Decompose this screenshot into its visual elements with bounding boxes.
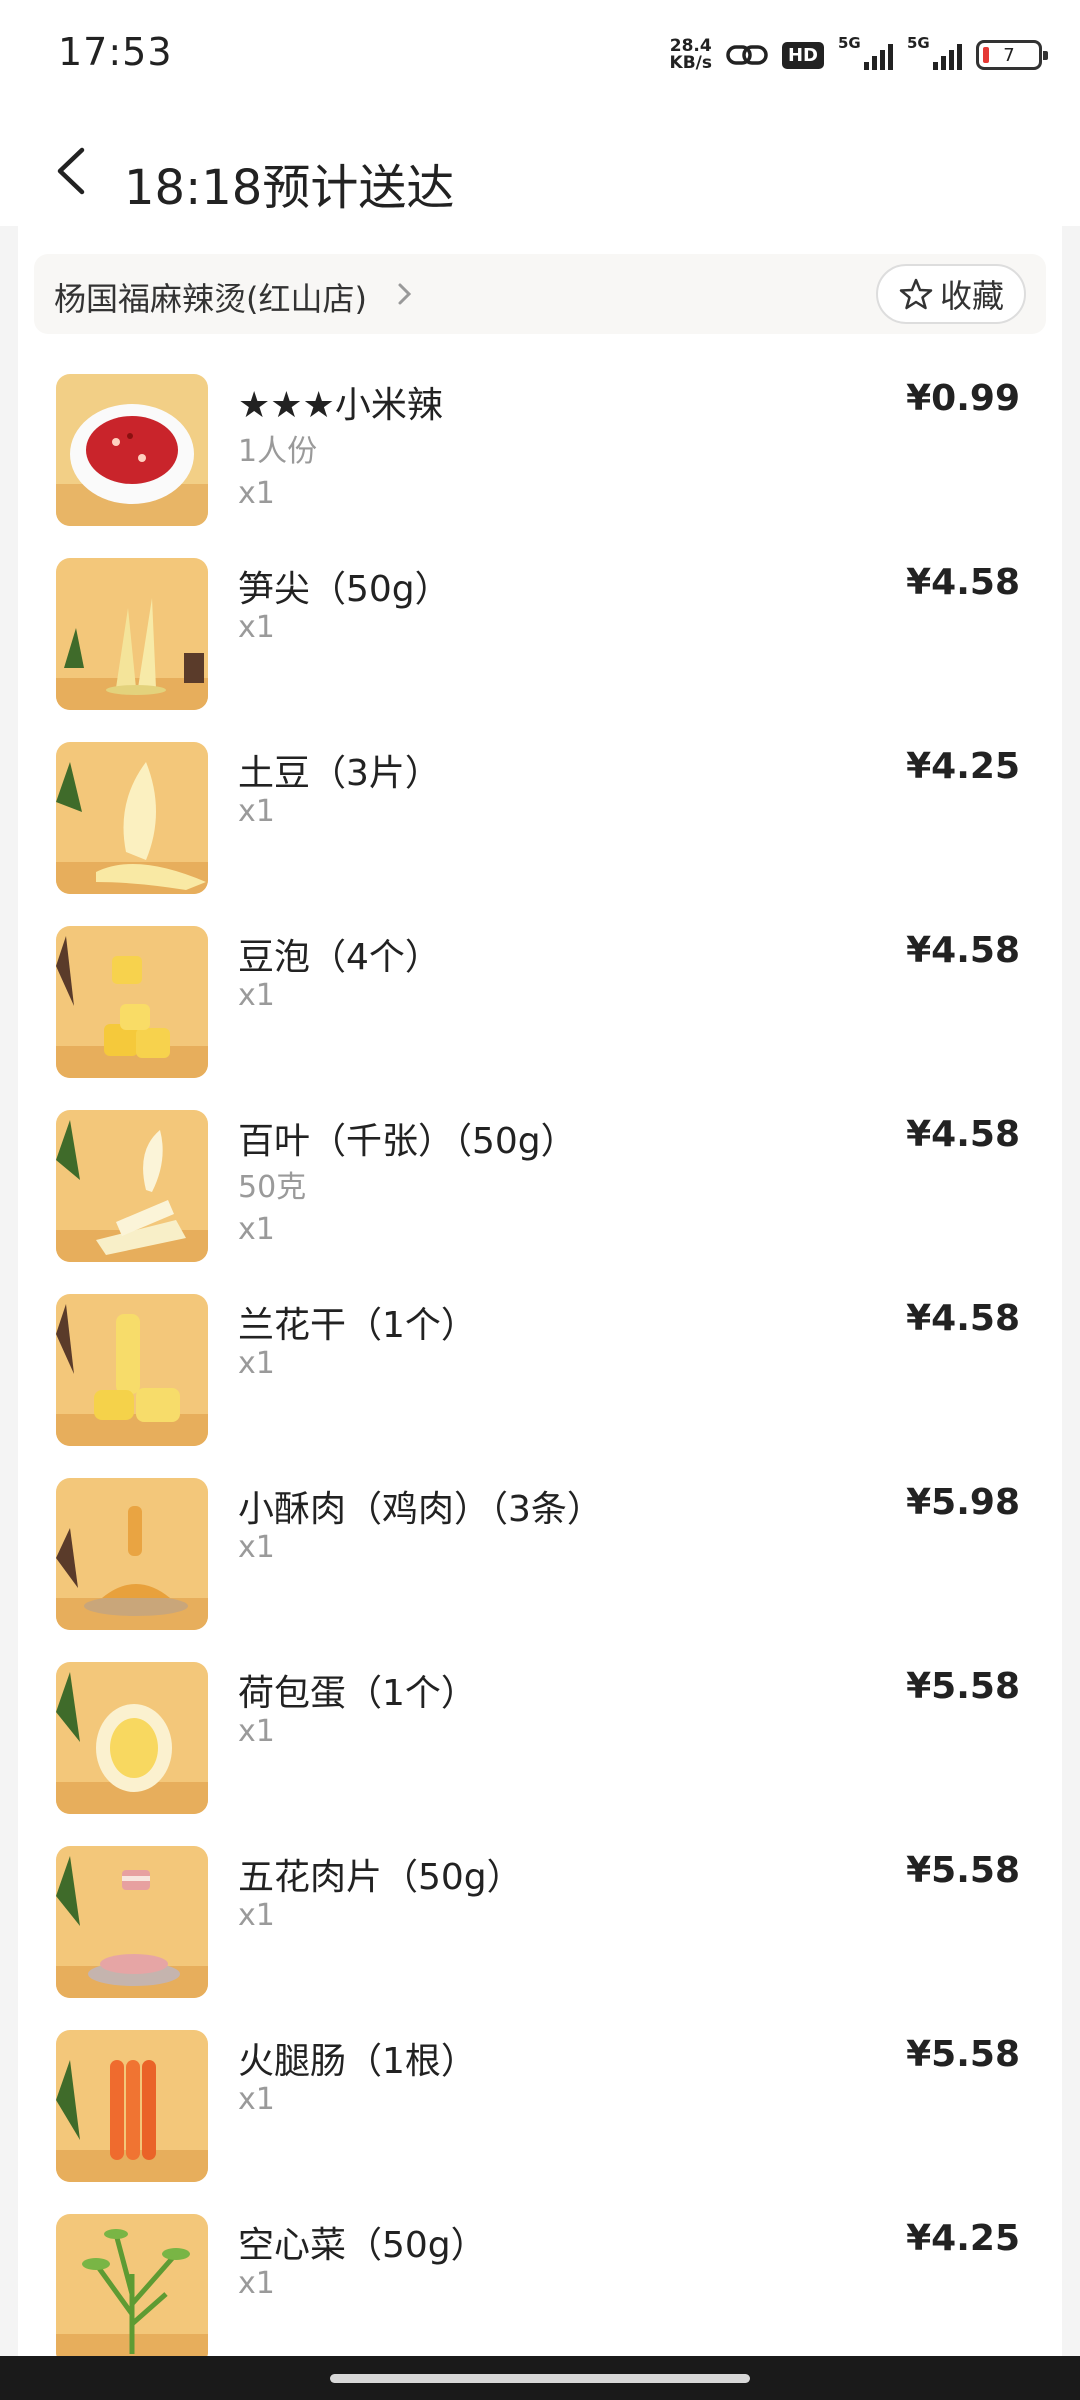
dried-tofu-image bbox=[56, 1294, 208, 1446]
item-price: ¥5.58 bbox=[906, 2034, 1020, 2075]
store-bar[interactable]: 杨国福麻辣烫(红山店) 收藏 bbox=[34, 254, 1046, 334]
list-item[interactable]: 五花肉片（50g） x1 ¥5.58 bbox=[18, 1836, 1062, 2020]
list-item[interactable]: 百叶（千张）（50g） 50克 x1 ¥4.58 bbox=[18, 1100, 1062, 1284]
chevron-right-icon bbox=[398, 283, 412, 305]
item-name: 空心菜（50g） bbox=[238, 2225, 487, 2266]
item-quantity: x1 bbox=[238, 1714, 275, 1749]
battery-level: 7 bbox=[1003, 44, 1015, 66]
fried-egg-image bbox=[56, 1662, 208, 1814]
hd-voice-icon: HD bbox=[781, 41, 824, 69]
status-icons: 28.4 KB/s HD 5G 5G 7 bbox=[670, 30, 1048, 80]
status-time: 17:53 bbox=[58, 30, 173, 74]
home-indicator[interactable] bbox=[330, 2374, 750, 2383]
list-item[interactable]: 小酥肉（鸡肉）（3条） x1 ¥5.98 bbox=[18, 1468, 1062, 1652]
item-name: 百叶（千张）（50g） bbox=[238, 1121, 577, 1162]
page-header: 18:18预计送达 bbox=[0, 108, 1080, 226]
back-arrow-icon bbox=[57, 147, 85, 195]
item-price: ¥5.58 bbox=[906, 1666, 1020, 1707]
item-price: ¥4.58 bbox=[906, 1114, 1020, 1155]
item-spec: 50克 bbox=[238, 1170, 307, 1205]
link-icon bbox=[726, 40, 768, 70]
signal-icon-1: 5G bbox=[838, 34, 893, 70]
order-items-card: 杨国福麻辣烫(红山店) 收藏 ★★★小米辣 1人份 x1 ¥0.99 笋尖（50… bbox=[18, 226, 1062, 2356]
item-price: ¥4.58 bbox=[906, 930, 1020, 971]
list-item[interactable]: 豆泡（4个） x1 ¥4.58 bbox=[18, 916, 1062, 1100]
status-bar: 17:53 28.4 KB/s HD 5G 5G 7 bbox=[0, 0, 1080, 108]
item-price: ¥4.25 bbox=[906, 2218, 1020, 2259]
list-item[interactable]: 空心菜（50g） x1 ¥4.25 bbox=[18, 2204, 1062, 2356]
item-name: 小酥肉（鸡肉）（3条） bbox=[238, 1489, 603, 1530]
sausage-image bbox=[56, 2030, 208, 2182]
network-speed-unit: KB/s bbox=[669, 53, 712, 73]
item-name: 五花肉片（50g） bbox=[238, 1857, 523, 1898]
item-list: ★★★小米辣 1人份 x1 ¥0.99 笋尖（50g） x1 ¥4.58 土豆（… bbox=[18, 364, 1062, 2356]
list-item[interactable]: ★★★小米辣 1人份 x1 ¥0.99 bbox=[18, 364, 1062, 548]
item-name: 土豆（3片） bbox=[238, 753, 441, 794]
list-item[interactable]: 笋尖（50g） x1 ¥4.58 bbox=[18, 548, 1062, 732]
item-name: ★★★小米辣 bbox=[238, 385, 443, 426]
item-quantity: x1 bbox=[238, 2082, 275, 2117]
item-price: ¥5.58 bbox=[906, 1850, 1020, 1891]
tofu-skin-image bbox=[56, 1110, 208, 1262]
battery-icon: 7 bbox=[976, 40, 1048, 70]
network-speed: 28.4 KB/s bbox=[670, 38, 712, 72]
favorite-button[interactable]: 收藏 bbox=[876, 264, 1026, 324]
favorite-label: 收藏 bbox=[939, 277, 1004, 315]
item-quantity: x1 bbox=[238, 1212, 275, 1247]
item-name: 荷包蛋（1个） bbox=[238, 1673, 477, 1714]
chili-image bbox=[56, 374, 208, 526]
page-title: 18:18预计送达 bbox=[124, 160, 455, 216]
bamboo-shoot-image bbox=[56, 558, 208, 710]
star-icon bbox=[899, 278, 933, 310]
list-item[interactable]: 火腿肠（1根） x1 ¥5.58 bbox=[18, 2020, 1062, 2204]
item-price: ¥4.25 bbox=[906, 746, 1020, 787]
water-spinach-image bbox=[56, 2214, 208, 2356]
list-item[interactable]: 兰花干（1个） x1 ¥4.58 bbox=[18, 1284, 1062, 1468]
list-item[interactable]: 荷包蛋（1个） x1 ¥5.58 bbox=[18, 1652, 1062, 1836]
item-name: 兰花干（1个） bbox=[238, 1305, 477, 1346]
item-spec: 1人份 bbox=[238, 434, 318, 469]
item-name: 火腿肠（1根） bbox=[238, 2041, 477, 2082]
item-quantity: x1 bbox=[238, 1530, 275, 1565]
item-name: 笋尖（50g） bbox=[238, 569, 451, 610]
tofu-puff-image bbox=[56, 926, 208, 1078]
pork-belly-image bbox=[56, 1846, 208, 1998]
item-price: ¥0.99 bbox=[906, 378, 1020, 419]
back-button[interactable] bbox=[50, 146, 96, 196]
item-quantity: x1 bbox=[238, 610, 275, 645]
signal-1-label: 5G bbox=[838, 34, 861, 52]
item-quantity: x1 bbox=[238, 1898, 275, 1933]
potato-slice-image bbox=[56, 742, 208, 894]
item-quantity: x1 bbox=[238, 794, 275, 829]
item-quantity: x1 bbox=[238, 1346, 275, 1381]
item-quantity: x1 bbox=[238, 978, 275, 1013]
item-price: ¥4.58 bbox=[906, 562, 1020, 603]
list-item[interactable]: 土豆（3片） x1 ¥4.25 bbox=[18, 732, 1062, 916]
store-name[interactable]: 杨国福麻辣烫(红山店) bbox=[54, 274, 367, 320]
item-quantity: x1 bbox=[238, 476, 275, 511]
signal-2-label: 5G bbox=[907, 34, 930, 52]
item-price: ¥5.98 bbox=[906, 1482, 1020, 1523]
item-quantity: x1 bbox=[238, 2266, 275, 2301]
navigation-bar bbox=[0, 2356, 1080, 2400]
item-name: 豆泡（4个） bbox=[238, 937, 441, 978]
signal-icon-2: 5G bbox=[907, 34, 962, 70]
crispy-meat-image bbox=[56, 1478, 208, 1630]
item-price: ¥4.58 bbox=[906, 1298, 1020, 1339]
